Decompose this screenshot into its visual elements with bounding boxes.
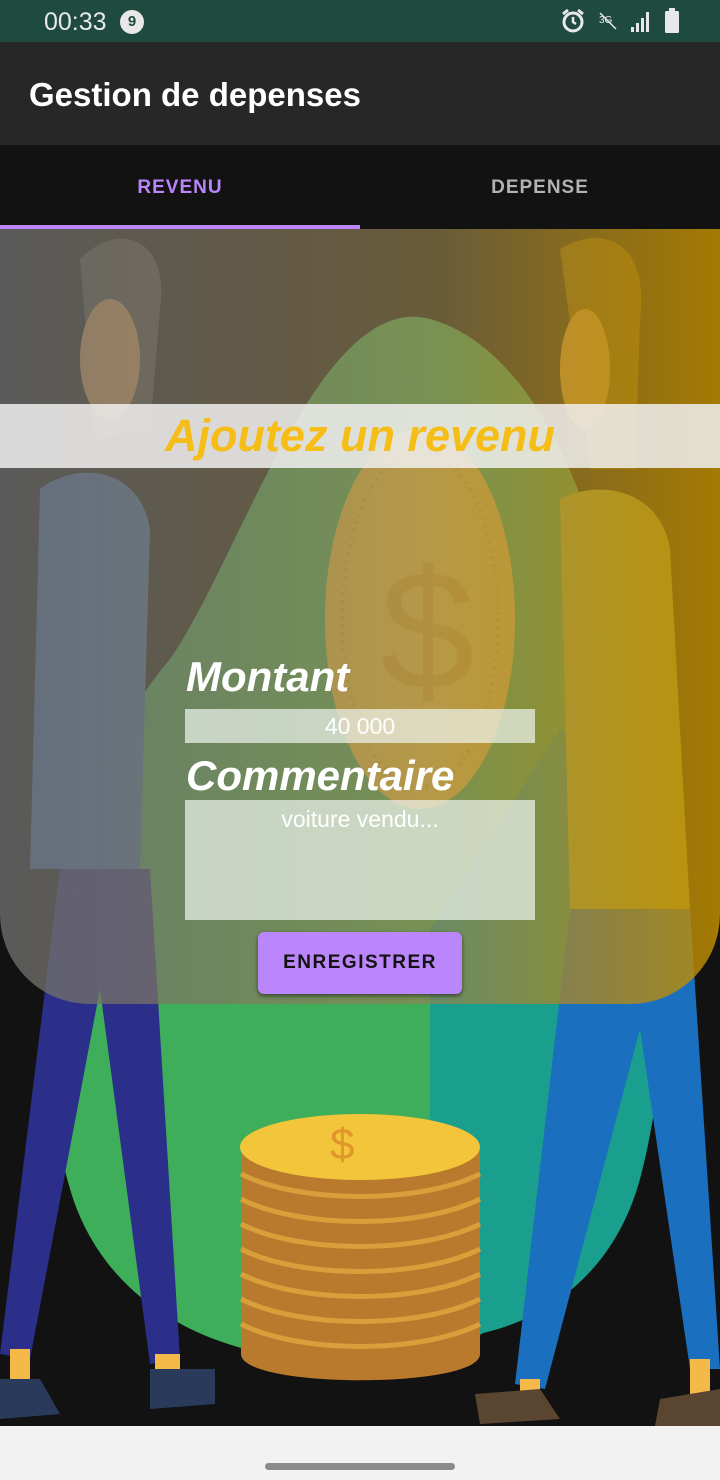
tab-depense[interactable]: DEPENSE <box>360 145 720 229</box>
navigation-bar <box>0 1426 720 1480</box>
tab-bar: REVENU DEPENSE <box>0 145 720 229</box>
alarm-icon <box>562 8 584 33</box>
commentaire-label: Commentaire <box>186 752 455 799</box>
montant-label: Montant <box>186 653 350 700</box>
app-bar: Gestion de depenses <box>0 42 720 145</box>
status-icons: 3G <box>560 8 680 34</box>
commentaire-input[interactable] <box>185 800 535 920</box>
signal-icon <box>631 12 649 32</box>
home-gesture-handle[interactable] <box>265 1463 455 1470</box>
no-data-icon: 3G <box>599 12 617 30</box>
form-heading: Ajoutez un revenu <box>164 410 556 461</box>
app-title: Gestion de depenses <box>29 76 361 113</box>
montant-input[interactable] <box>185 709 535 743</box>
save-button[interactable]: ENREGISTRER <box>258 932 462 994</box>
status-time: 00:33 <box>44 8 107 36</box>
notification-count-badge: 9 <box>120 10 144 34</box>
svg-text:$: $ <box>330 1120 354 1169</box>
status-bar: 00:33 9 3G <box>0 0 720 42</box>
tab-revenu[interactable]: REVENU <box>0 145 360 229</box>
battery-icon <box>665 8 679 33</box>
